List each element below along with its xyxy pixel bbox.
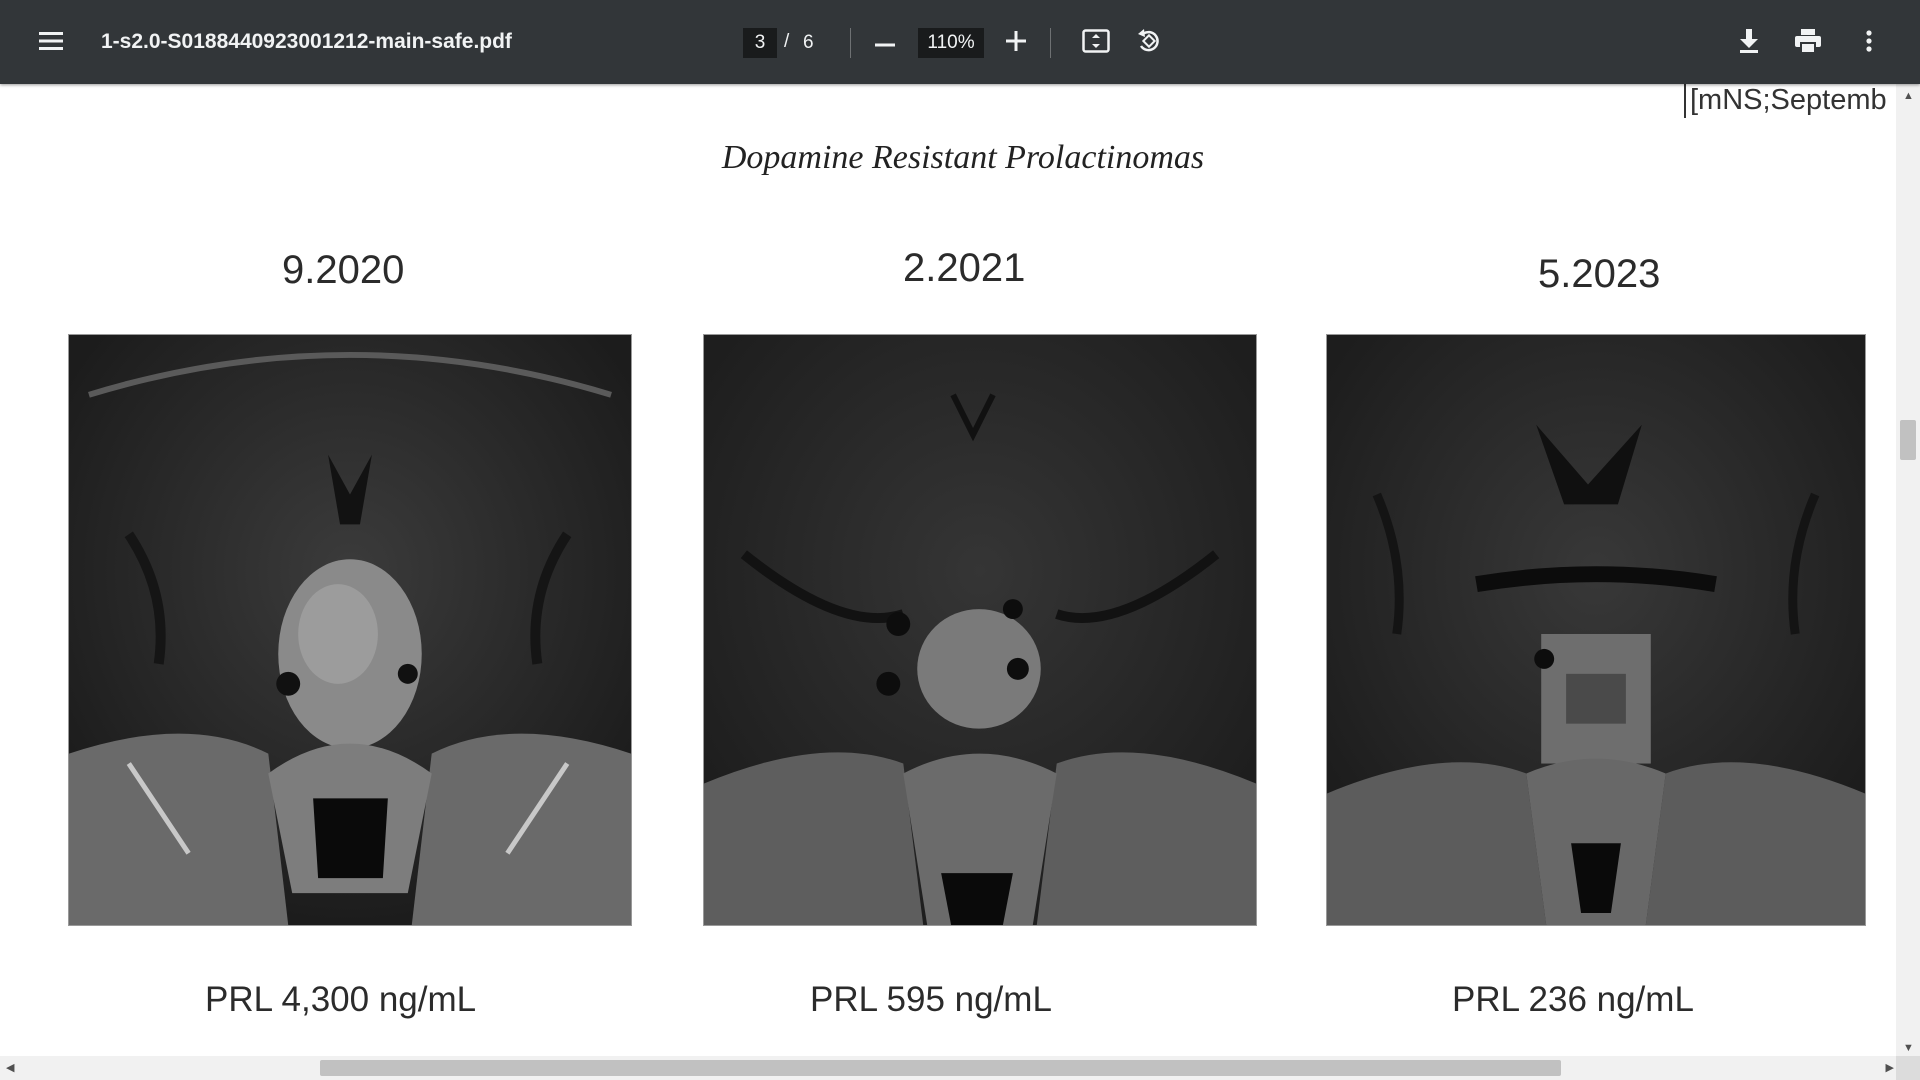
horizontal-scroll-thumb[interactable] <box>320 1060 1561 1076</box>
zoom-in-icon <box>1006 30 1026 56</box>
more-options-button[interactable] <box>1848 22 1890 64</box>
mri-scan-image-2 <box>703 334 1257 926</box>
scroll-right-arrow-icon[interactable]: ▶ <box>1886 1061 1894 1074</box>
pdf-page: [mNS;Septemb Dopamine Resistant Prolacti… <box>0 84 1896 1056</box>
more-vert-icon <box>1866 29 1872 57</box>
menu-button[interactable] <box>30 22 72 64</box>
scrollbar-corner <box>1896 1056 1920 1080</box>
scan-date-2: 2.2021 <box>903 246 1026 290</box>
scroll-left-arrow-icon[interactable]: ◀ <box>6 1061 14 1074</box>
journal-title: Dopamine Resistant Prolactinomas <box>721 139 1205 176</box>
print-icon <box>1794 28 1822 59</box>
zoom-out-icon <box>875 34 895 52</box>
prl-value-1: PRL 4,300 ng/mL <box>205 980 477 1019</box>
fit-to-page-button[interactable] <box>1075 22 1117 64</box>
download-button[interactable] <box>1728 22 1770 64</box>
download-icon <box>1738 28 1760 59</box>
toolbar-divider <box>1050 28 1051 58</box>
scan-date-1: 9.2020 <box>282 248 405 292</box>
menu-icon <box>38 31 64 56</box>
fit-page-icon <box>1082 28 1110 58</box>
scan-date-3: 5.2023 <box>1538 252 1661 296</box>
toolbar-divider <box>850 28 851 58</box>
document-title: 1-s2.0-S0188440923001212-main-safe.pdf <box>101 30 512 53</box>
running-head: [mNS;Septemb <box>1684 84 1896 118</box>
prl-value-2: PRL 595 ng/mL <box>810 980 1052 1019</box>
page-number-input[interactable]: 3 <box>743 28 777 58</box>
mri-scan-image-1 <box>68 334 632 926</box>
prl-value-3: PRL 236 ng/mL <box>1452 980 1694 1019</box>
vertical-scroll-thumb[interactable] <box>1900 420 1916 460</box>
scroll-up-arrow-icon[interactable]: ▲ <box>1903 90 1914 102</box>
zoom-input[interactable]: 110% <box>918 28 984 58</box>
rotate-icon <box>1135 27 1163 60</box>
zoom-out-button[interactable] <box>864 22 906 64</box>
pdf-toolbar: 1-s2.0-S0188440923001212-main-safe.pdf 3… <box>0 0 1920 84</box>
scroll-down-arrow-icon[interactable]: ▼ <box>1903 1042 1914 1054</box>
vertical-scrollbar[interactable]: ▲ ▼ <box>1896 84 1920 1056</box>
mri-scan-image-3 <box>1326 334 1866 926</box>
horizontal-scrollbar[interactable]: ◀ ▶ <box>0 1056 1920 1080</box>
rotate-button[interactable] <box>1128 22 1170 64</box>
page-separator: / <box>784 31 790 52</box>
print-button[interactable] <box>1787 22 1829 64</box>
page-total: 6 <box>803 32 814 53</box>
zoom-in-button[interactable] <box>995 22 1037 64</box>
